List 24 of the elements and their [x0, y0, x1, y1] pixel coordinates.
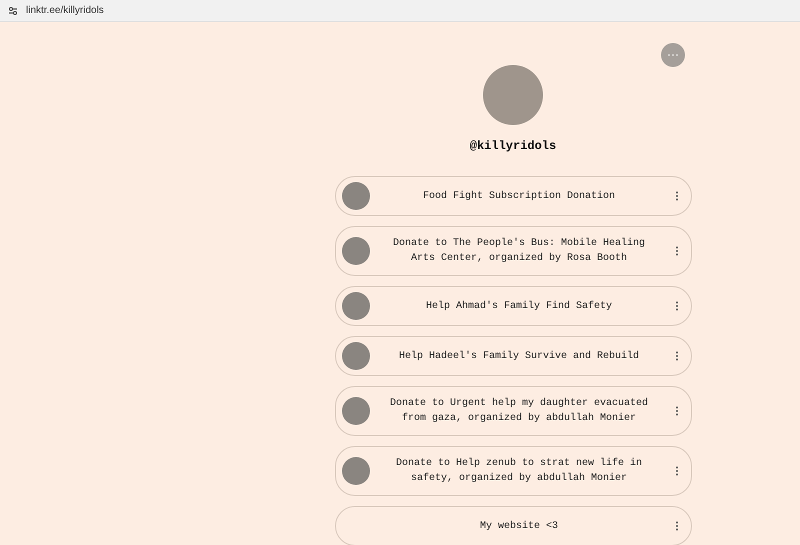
link-button[interactable]: Donate to The People's Bus: Mobile Healing Arts Center, organized by Rosa Booth: [334, 226, 692, 276]
link-title: Donate to Help zenub to strat new life in safety, organized by abdullah Monier: [394, 456, 644, 486]
link-button[interactable]: Donate to Urgent help my daughter evacuated from gaza, organized by abdullah Monier: [334, 386, 692, 436]
link-title: Help Ahmad's Family Find Safety: [424, 300, 614, 314]
more-options-icon[interactable]: [674, 246, 678, 256]
more-options-icon[interactable]: [674, 301, 678, 311]
link-button[interactable]: Food Fight Subscription Donation: [334, 176, 692, 216]
link-button[interactable]: Help Ahmad's Family Find Safety: [334, 286, 692, 326]
username: @killyridols: [470, 138, 556, 155]
link-title: Donate to The People's Bus: Mobile Healing Arts Center, organized by Rosa Booth: [392, 236, 646, 266]
link-button[interactable]: Donate to Help zenub to strat new life in safety, organized by abdullah Monier: [334, 446, 692, 496]
link-button[interactable]: Help Hadeel's Family Survive and Rebuild: [334, 336, 692, 376]
more-options-icon[interactable]: [674, 351, 678, 361]
link-title: Donate to Urgent help my daughter evacuated from gaza, organized by abdullah Monier: [388, 396, 650, 426]
more-options-icon[interactable]: [674, 466, 678, 476]
site-settings-icon[interactable]: [8, 6, 18, 16]
more-options-icon[interactable]: [674, 521, 678, 531]
more-options-icon[interactable]: [674, 406, 678, 416]
link-button[interactable]: My website <3: [334, 506, 692, 545]
link-title: My website <3: [478, 520, 559, 534]
link-title: Help Hadeel's Family Survive and Rebuild: [398, 350, 640, 364]
more-options-icon[interactable]: [674, 191, 678, 201]
url-text[interactable]: linktr.ee/killyridols: [26, 3, 104, 18]
link-title: Food Fight Subscription Donation: [422, 190, 616, 204]
